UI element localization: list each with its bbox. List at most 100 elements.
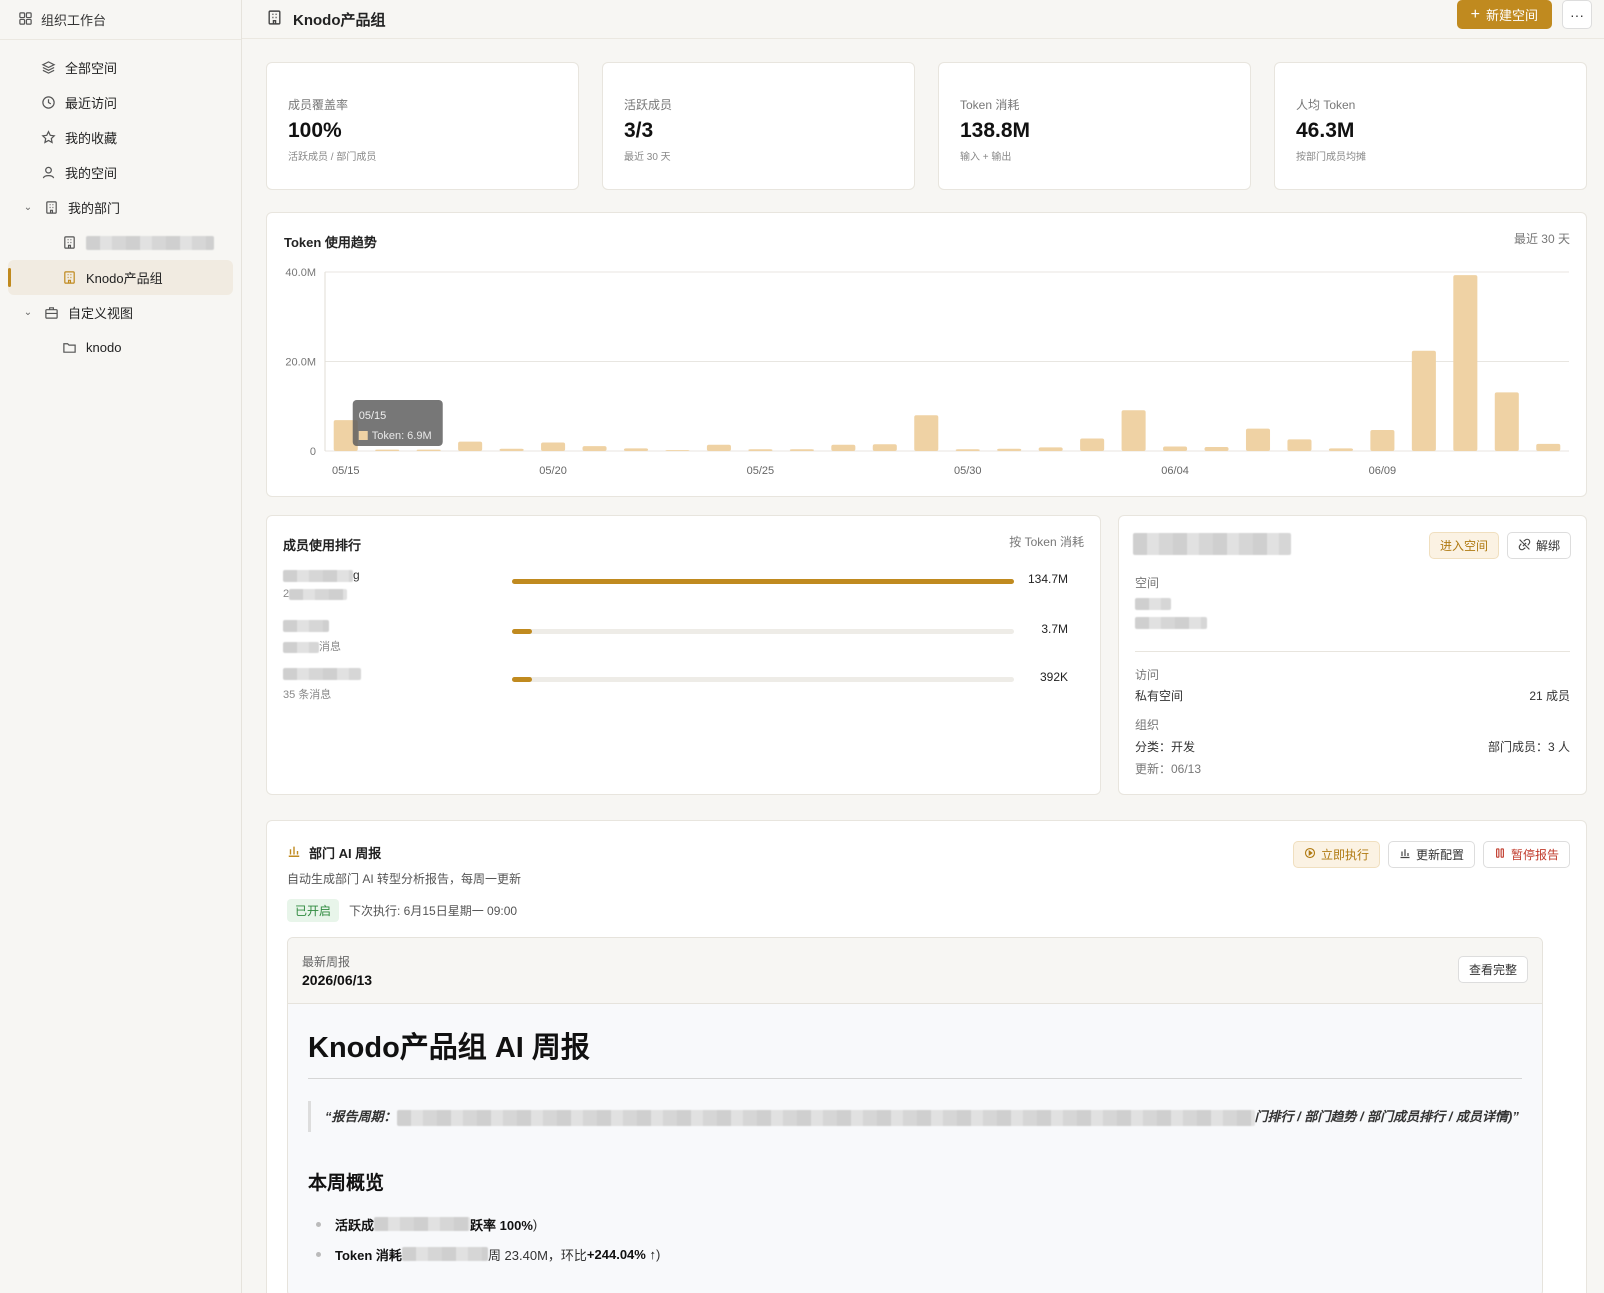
bar-05/17[interactable] [416,449,441,451]
x-tick-label: 06/09 [1369,465,1397,477]
bar-05/27[interactable] [831,444,856,451]
ranking-value: 392K [1039,670,1068,684]
report-document: Knodo产品组 AI 周报 “报告周期： 门排行 / 部门趋势 / 部门成员排行… [288,1004,1542,1269]
topbar: Knodo产品组 [242,0,1604,39]
latest-report-date: 2026/06/13 [302,972,373,988]
list-item: Token 消耗周 23.40M，环比 +244.04% ↑) [308,1239,1522,1269]
org-label: 组织 [1135,718,1160,732]
bar-06/12[interactable] [1494,392,1519,451]
bar-06/11[interactable] [1453,275,1478,451]
sidebar-item-label: 全部空间 [65,61,118,76]
view-full-button[interactable]: 查看完整 [1457,956,1528,983]
sidebar-item-dept-redacted[interactable] [0,225,241,260]
member-name [283,666,361,680]
report-doc-title: Knodo产品组 AI 周报 [308,1024,1522,1079]
bar-06/08[interactable] [1328,448,1353,451]
stat-sub: 输入 + 输出 [960,152,1012,163]
bar-06/07[interactable] [1287,439,1312,451]
bar-05/31[interactable] [997,448,1022,451]
bar-05/25[interactable] [748,449,773,451]
enter-space-label: 进入空间 [1439,539,1488,553]
bar-05/23[interactable] [665,450,690,451]
page-title: Knodo产品组 [293,11,386,29]
unlink-icon [1518,538,1531,554]
bar-05/29[interactable] [914,415,939,451]
ranking-row[interactable]: g 2 134.7M [283,568,1068,608]
sidebar-item-my-space[interactable]: 我的空间 [0,155,241,190]
clock-icon [40,95,56,111]
enter-space-button[interactable]: 进入空间 [1428,532,1499,559]
stat-value: 46.3M [1296,119,1355,142]
unbind-button[interactable]: 解绑 [1506,532,1571,559]
layers-icon [40,60,56,76]
bar-06/03[interactable] [1121,410,1146,451]
bar-05/30[interactable] [955,449,980,451]
report-quote: “报告周期： 门排行 / 部门趋势 / 部门成员排行 / 成员详情)” [308,1101,1522,1132]
ranking-bar-track [512,677,1014,682]
run-now-label: 立即执行 [1320,848,1369,862]
sidebar-header[interactable]: 组织工作台 [0,0,241,40]
latest-report-label: 最新周报 [302,955,351,969]
bar-06/06[interactable] [1245,428,1271,451]
sidebar-group-my-dept[interactable]: ⌄ 我的部门 [0,190,241,225]
ranking-bar-track [512,629,1014,634]
stat-label: 人均 Token [1296,98,1356,112]
bar-05/24[interactable] [706,444,731,451]
bar-06/10[interactable] [1411,350,1436,451]
pause-report-button[interactable]: 暂停报告 [1482,841,1570,868]
bar-06/04[interactable] [1163,446,1188,451]
ranking-row[interactable]: 消息 3.7M [283,618,1068,658]
user-icon [40,165,56,181]
redacted-text [86,235,214,250]
x-tick-label: 05/15 [332,465,360,477]
sidebar-group-custom-view[interactable]: ⌄ 自定义视图 [0,295,241,330]
bar-chart-icon [287,844,301,861]
more-button[interactable]: ··· [1562,0,1592,29]
member-ranking-card: 成员使用排行 按 Token 消耗 g 2 134.7M 消息 3.7M 35 … [266,515,1101,795]
stat-value: 100% [288,119,342,142]
sidebar-item-knodo-group[interactable]: Knodo产品组 [8,260,233,295]
sidebar-item-label: Knodo产品组 [86,271,163,286]
tooltip-swatch [358,431,368,440]
bar-06/09[interactable] [1370,429,1395,451]
ranking-value: 3.7M [1041,622,1068,636]
sidebar-item-recent[interactable]: 最近访问 [0,85,241,120]
stat-card-token-usage: Token 消耗 138.8M 输入 + 输出 [938,62,1251,190]
space-detail-card: 进入空间 解绑 空间 访问 私有空间 21 成员 组织 分类：开发 部门成员：3… [1118,515,1587,795]
update-config-button[interactable]: 更新配置 [1387,841,1475,868]
ranking-bar-fill [512,629,533,634]
new-space-button[interactable]: + 新建空间 [1456,0,1552,29]
bar-05/19[interactable] [499,448,524,451]
sidebar-item-favorites[interactable]: 我的收藏 [0,120,241,155]
ranking-value: 134.7M [1027,572,1068,586]
run-now-button[interactable]: 立即执行 [1292,841,1380,868]
bar-06/05[interactable] [1204,446,1229,451]
bar-06/13[interactable] [1536,443,1561,451]
bar-05/21[interactable] [582,446,607,451]
x-tick-label: 05/20 [539,465,567,477]
more-icon: ··· [1570,6,1584,23]
sidebar-item-all-spaces[interactable]: 全部空间 [0,50,241,85]
token-trend-card: Token 使用趋势 最近 30 天 0 20.0M 40.0M 05/15 05/20… [266,212,1587,497]
ranking-sort[interactable]: 按 Token 消耗 [1009,533,1084,550]
bar-05/28[interactable] [872,444,897,451]
sidebar-group-label: 自定义视图 [68,306,134,321]
bar-05/26[interactable] [789,449,814,451]
bar-06/01[interactable] [1038,447,1063,451]
sidebar-group-label: 我的部门 [68,201,121,216]
bar-05/16[interactable] [375,449,400,451]
y-tick-label: 20.0M [285,357,316,369]
bar-06/02[interactable] [1080,438,1105,451]
x-tick-label: 06/04 [1161,465,1189,477]
sidebar-item-knodo-folder[interactable]: knodo [0,330,241,365]
ranking-row[interactable]: 35 条消息 392K [283,666,1068,706]
divider [1135,651,1570,652]
latest-report: 最新周报 2026/06/13 查看完整 Knodo产品组 AI 周报 “报告周… [287,937,1543,1293]
bar-05/20[interactable] [541,442,566,451]
weekly-report-card: 部门 AI 周报 自动生成部门 AI 转型分析报告，每周一更新 已开启 下次执行… [266,820,1587,1293]
bar-05/22[interactable] [623,448,649,451]
bar-05/18[interactable] [458,441,483,451]
building-icon [61,235,77,251]
folder-icon [61,340,77,356]
ranking-bar-track [512,579,1014,584]
